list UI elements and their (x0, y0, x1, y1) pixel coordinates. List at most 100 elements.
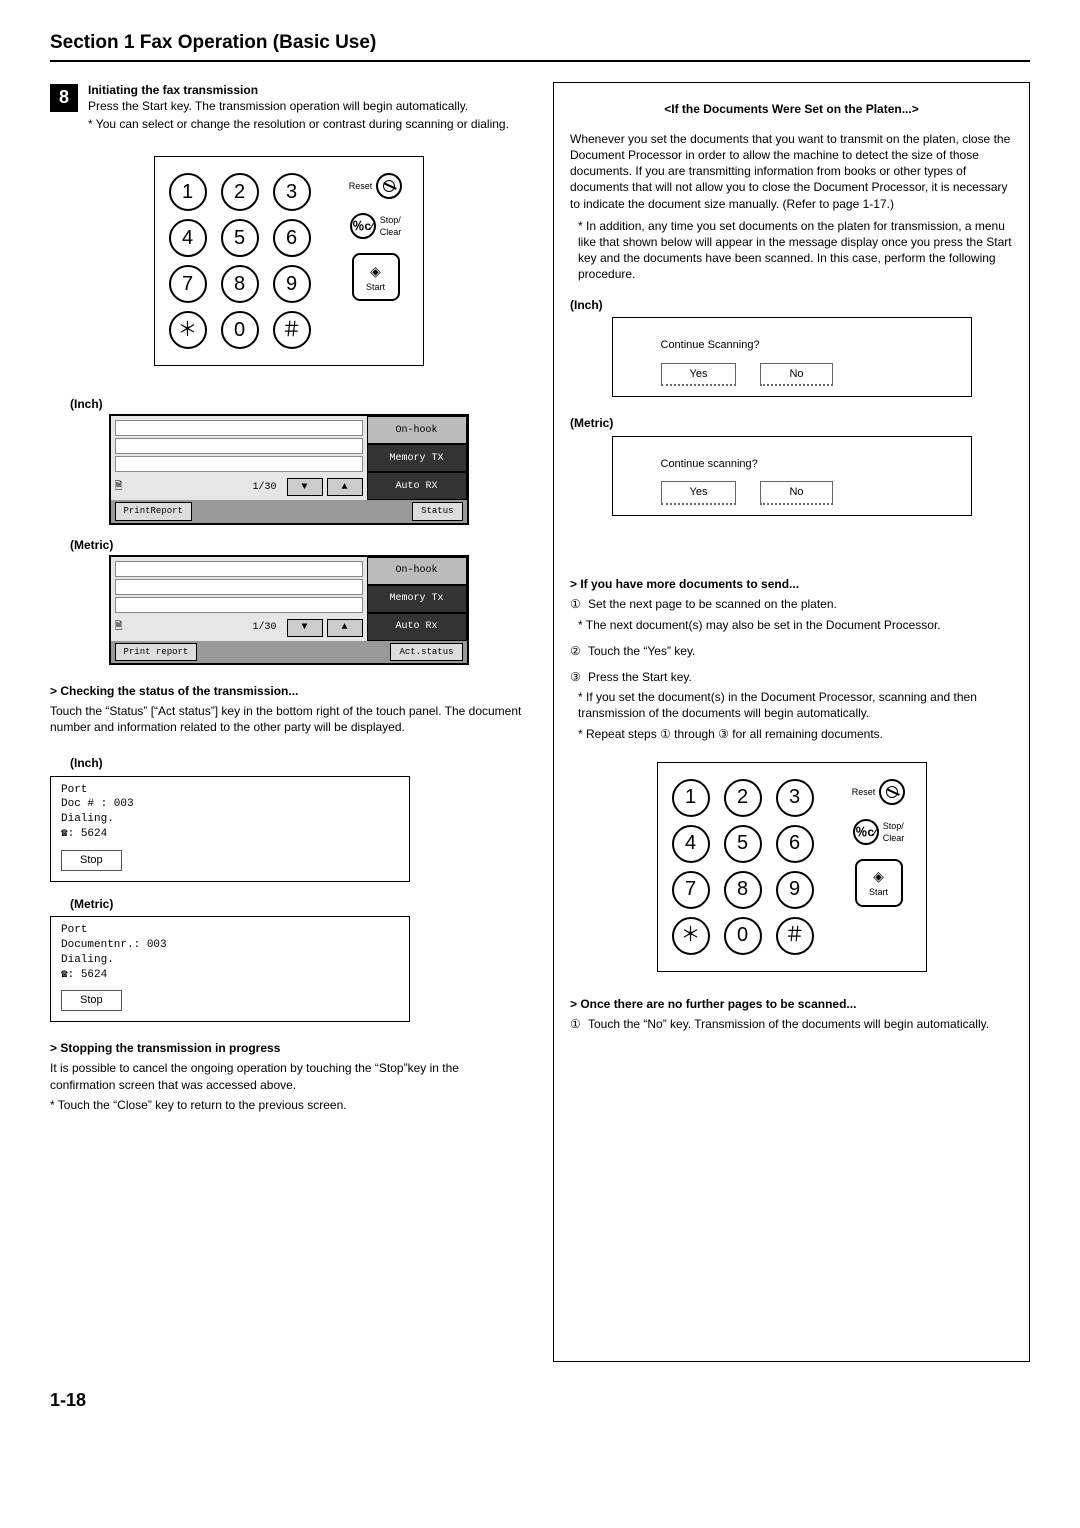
key-2: 2 (221, 173, 259, 211)
key-0: 0 (221, 311, 259, 349)
checking-body: Touch the “Status” [“Act status”] key in… (50, 703, 527, 735)
autorx-button[interactable]: Auto Rx (367, 613, 467, 641)
section-title: Section 1 Fax Operation (Basic Use) (50, 30, 1030, 62)
pager: 1/30 (127, 481, 283, 495)
stop-button[interactable]: Stop (61, 990, 122, 1011)
more-3-note2: * Repeat steps ① through ③ for all remai… (578, 726, 1013, 742)
no-button[interactable]: No (760, 481, 832, 505)
left-column: 8 Initiating the fax transmission Press … (50, 82, 527, 1362)
platen-title: <If the Documents Were Set on the Platen… (570, 101, 1013, 117)
num-1-icon: ① (570, 1016, 588, 1032)
start-icon: ◈ (873, 867, 884, 886)
platen-p2: * In addition, any time you set document… (578, 218, 1013, 283)
page-number: 1-18 (50, 1388, 1030, 1412)
portm-l2: Documentnr.: 003 (61, 938, 399, 953)
start-label: Start (366, 281, 385, 293)
key-7: 7 (169, 265, 207, 303)
continue-prompt: Continue scanning? (661, 457, 953, 472)
key-5: 5 (221, 219, 259, 257)
port-l1: Port (61, 783, 399, 798)
reset-icon (376, 173, 402, 199)
yes-button[interactable]: Yes (661, 481, 737, 505)
once-1: Touch the “No” key. Transmission of the … (588, 1016, 989, 1032)
stopping-heading: > Stopping the transmission in progress (50, 1040, 527, 1056)
stopclear-l2: Clear (380, 227, 402, 237)
reset-icon (879, 779, 905, 805)
key-2: 2 (724, 779, 762, 817)
start-label: Start (869, 886, 888, 898)
num-3-icon: ③ (570, 669, 588, 685)
stop-button[interactable]: Stop (61, 850, 122, 871)
key-3: 3 (273, 173, 311, 211)
more-1: Set the next page to be scanned on the p… (588, 596, 837, 612)
stop-clear-key: ％c Stop/Clear (350, 213, 402, 239)
portm-l4: ☎: 5624 (61, 968, 399, 983)
key-9: 9 (776, 871, 814, 909)
key-hash: ＃ (776, 917, 814, 955)
onhook-button[interactable]: On-hook (367, 557, 467, 585)
num-2-icon: ② (570, 643, 588, 659)
up-arrow-button[interactable]: ▲ (327, 478, 363, 496)
memorytx-button[interactable]: Memory Tx (367, 585, 467, 613)
port-status-metric: Port Documentnr.: 003 Dialing. ☎: 5624 S… (50, 916, 410, 1022)
key-9: 9 (273, 265, 311, 303)
key-7: 7 (672, 871, 710, 909)
yes-button[interactable]: Yes (661, 363, 737, 387)
stop-clear-icon: ％c (853, 819, 879, 845)
doc-icon: 🗎 (115, 481, 123, 495)
no-button[interactable]: No (760, 363, 832, 387)
more-1-note: * The next document(s) may also be set i… (578, 617, 1013, 633)
key-0: 0 (724, 917, 762, 955)
touch-screen-metric: 🗎 1/30 ▼ ▲ On-hook Memory Tx Auto Rx Pri… (109, 555, 469, 665)
key-4: 4 (672, 825, 710, 863)
start-key: ◈ Start (855, 859, 903, 907)
key-8: 8 (724, 871, 762, 909)
key-1: 1 (169, 173, 207, 211)
up-arrow-button[interactable]: ▲ (327, 619, 363, 637)
keypad-illustration-2: 1 2 3 4 5 6 7 8 9 ＊ 0 ＃ Reset (657, 762, 927, 972)
start-icon: ◈ (370, 262, 381, 281)
stopclear-l2: Clear (883, 833, 905, 843)
autorx-button[interactable]: Auto RX (367, 472, 467, 500)
status-button[interactable]: Status (412, 502, 462, 520)
more-3-note1: * If you set the document(s) in the Docu… (578, 689, 1013, 721)
cont-metric-label: (Metric) (570, 415, 1013, 431)
key-1: 1 (672, 779, 710, 817)
continue-prompt: Continue Scanning? (661, 338, 953, 353)
more-docs-heading: > If you have more documents to send... (570, 576, 1013, 592)
more-3: Press the Start key. (588, 669, 692, 685)
key-hash: ＃ (273, 311, 311, 349)
touch-screen-inch: 🗎 1/30 ▼ ▲ On-hook Memory TX Auto RX Pri… (109, 414, 469, 524)
step8-p1: Press the Start key. The transmission op… (88, 98, 509, 114)
reset-label: Reset (349, 180, 373, 192)
key-3: 3 (776, 779, 814, 817)
port-status-inch: Port Doc # : 003 Dialing. ☎: 5624 Stop (50, 776, 410, 882)
key-star: ＊ (169, 311, 207, 349)
down-arrow-button[interactable]: ▼ (287, 478, 323, 496)
down-arrow-button[interactable]: ▼ (287, 619, 323, 637)
pager: 1/30 (127, 621, 283, 635)
printreport-button[interactable]: PrintReport (115, 502, 192, 520)
inch-label: (Inch) (70, 396, 527, 412)
key-8: 8 (221, 265, 259, 303)
num-1-icon: ① (570, 596, 588, 612)
continue-screen-metric: Continue scanning? Yes No (612, 436, 972, 517)
printreport-button[interactable]: Print report (115, 643, 198, 661)
key-6: 6 (273, 219, 311, 257)
port-metric-label: (Metric) (70, 896, 527, 912)
port-l3: Dialing. (61, 812, 399, 827)
key-4: 4 (169, 219, 207, 257)
doc-icon: 🗎 (115, 621, 123, 635)
keypad-illustration: 1 2 3 4 5 6 7 8 9 ＊ 0 ＃ Reset ％c (154, 156, 424, 366)
memorytx-button[interactable]: Memory TX (367, 444, 467, 472)
once-heading: > Once there are no further pages to be … (570, 996, 1013, 1012)
actstatus-button[interactable]: Act.status (390, 643, 462, 661)
reset-label: Reset (852, 786, 876, 798)
stop-clear-icon: ％c (350, 213, 376, 239)
port-l2: Doc # : 003 (61, 797, 399, 812)
onhook-button[interactable]: On-hook (367, 416, 467, 444)
platen-p1: Whenever you set the documents that you … (570, 131, 1013, 212)
stopclear-l1: Stop/ (883, 821, 904, 831)
metric-label: (Metric) (70, 537, 527, 553)
more-2: Touch the “Yes” key. (588, 643, 695, 659)
